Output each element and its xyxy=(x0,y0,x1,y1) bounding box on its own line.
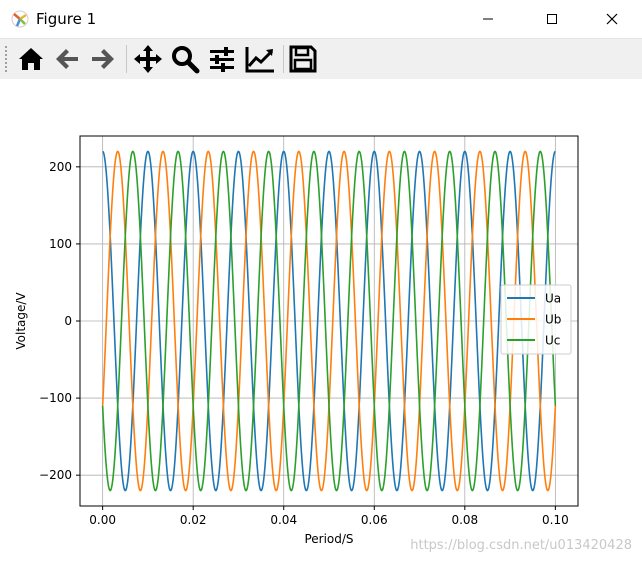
x-tick-label: 0.00 xyxy=(89,513,116,527)
back-button[interactable] xyxy=(50,43,84,75)
x-tick-label: 0.08 xyxy=(451,513,478,527)
zoom-button[interactable] xyxy=(168,43,202,75)
legend: Ua Ub Uc xyxy=(500,284,572,355)
move-icon xyxy=(134,45,162,73)
toolbar xyxy=(0,38,642,80)
legend-label-uc: Uc xyxy=(545,334,560,348)
arrow-left-icon xyxy=(56,49,78,69)
close-icon xyxy=(606,13,618,25)
edit-axes-button[interactable] xyxy=(243,43,277,75)
home-icon xyxy=(19,48,43,70)
pan-button[interactable] xyxy=(131,43,165,75)
y-tick-label: −100 xyxy=(39,391,72,405)
home-button[interactable] xyxy=(14,43,48,75)
title-bar: Figure 1 xyxy=(0,0,642,38)
y-tick-label: 0 xyxy=(64,314,72,328)
toolbar-grip[interactable] xyxy=(4,45,8,73)
line-chart: 0.00 0.02 0.04 0.06 0.08 0.102001000−100−200 … xyxy=(14,135,579,546)
watermark: https://blog.csdn.net/u013420428 xyxy=(410,538,632,553)
x-tick-label: 0.06 xyxy=(361,513,388,527)
x-axis-label: Period/S xyxy=(304,532,353,546)
figure-canvas[interactable]: 0.00 0.02 0.04 0.06 0.08 0.10 200 100 0 −100 −200 … xyxy=(0,79,642,559)
x-tick-label: 0.10 xyxy=(542,513,569,527)
x-tick-label: 0.04 xyxy=(270,513,297,527)
maximize-icon xyxy=(547,14,557,24)
legend-label-ub: Ub xyxy=(545,313,561,327)
save-icon xyxy=(289,45,317,73)
toolbar-separator xyxy=(283,45,284,73)
minimize-button[interactable] xyxy=(466,0,510,38)
y-tick-label: −200 xyxy=(39,468,72,482)
x-tick-label: 0.02 xyxy=(180,513,207,527)
maximize-button[interactable] xyxy=(530,0,574,38)
y-tick-label: 200 xyxy=(49,160,72,174)
arrow-right-icon xyxy=(92,49,114,69)
app-icon xyxy=(10,9,30,29)
legend-label-ua: Ua xyxy=(545,292,561,306)
close-button[interactable] xyxy=(590,0,634,38)
y-axis-label: Voltage/V xyxy=(14,292,28,350)
save-button[interactable] xyxy=(286,43,320,75)
y-tick-label: 100 xyxy=(49,237,72,251)
zoom-icon xyxy=(172,46,200,74)
toolbar-separator xyxy=(126,45,127,73)
window-title: Figure 1 xyxy=(36,10,97,28)
edit-axes-icon xyxy=(245,47,274,73)
sliders-icon xyxy=(210,47,234,72)
configure-subplots-button[interactable] xyxy=(205,43,239,75)
forward-button[interactable] xyxy=(86,43,120,75)
minimize-icon xyxy=(483,18,493,20)
